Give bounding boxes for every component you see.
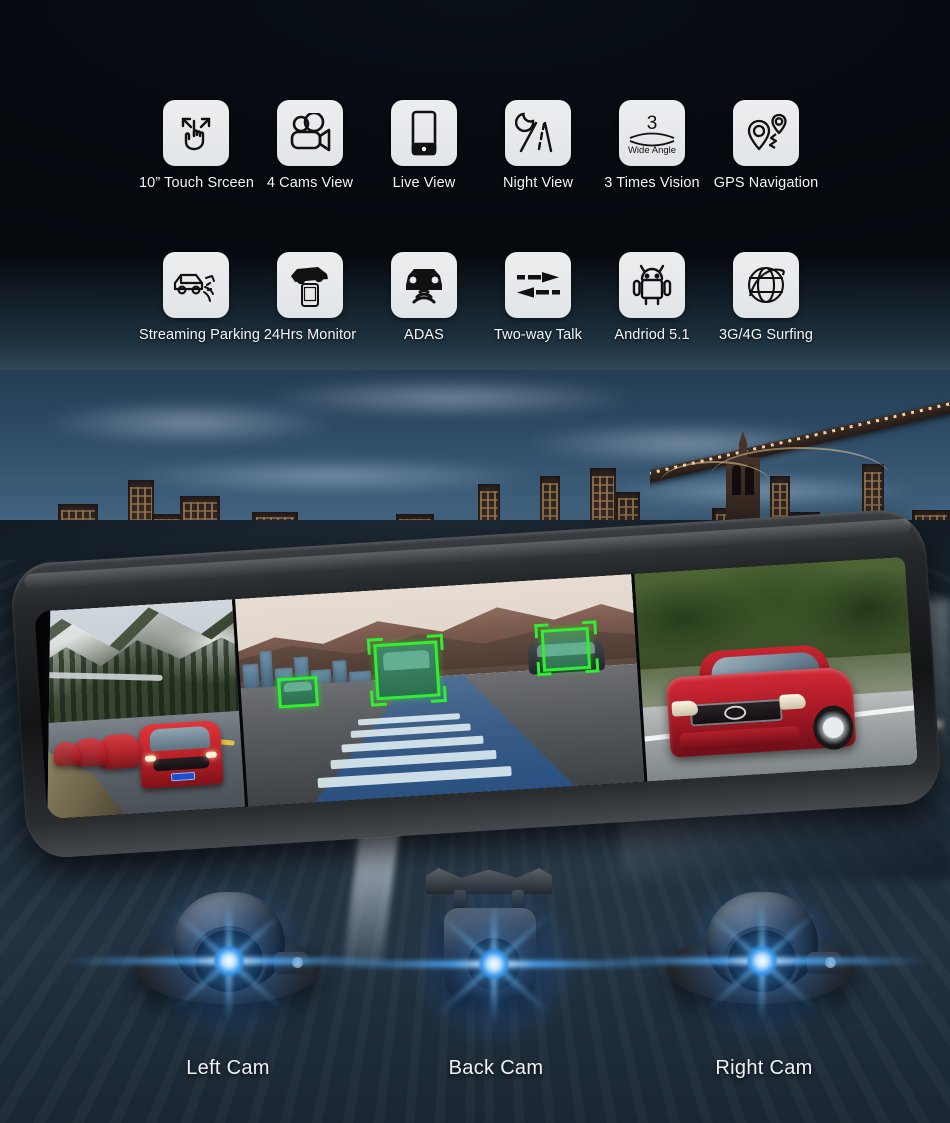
feature-label: Night View (502, 175, 574, 191)
adas-detection-box-left (277, 675, 319, 709)
feature-live-view[interactable]: Live View (367, 100, 481, 191)
back-camera-module[interactable] (329, 868, 659, 1049)
feature-label: GPS Navigation (713, 175, 819, 191)
video-camera-icon (277, 100, 343, 166)
feature-label: ADAS (404, 327, 444, 343)
moon-road-icon (505, 100, 571, 166)
feature-icon-grid: 10” Touch Srceen 4 Cams View Live View N… (0, 100, 950, 404)
feature-row-1: 10” Touch Srceen 4 Cams View Live View N… (0, 100, 950, 252)
feature-3g4g-surfing[interactable]: 3G/4G Surfing (709, 252, 823, 343)
feature-two-way-talk[interactable]: Two-way Talk (481, 252, 595, 343)
feature-4-cams-view[interactable]: 4 Cams View (253, 100, 367, 191)
camera-modules: Left Cam Back Cam Right Cam (0, 860, 950, 1123)
feature-label: 4 Cams View (266, 175, 354, 191)
feature-24hrs-monitor[interactable]: 24Hrs Monitor (253, 252, 367, 343)
parking-radar-car-icon (163, 252, 229, 318)
touch-screen-icon (163, 100, 229, 166)
feature-night-view[interactable]: Night View (481, 100, 595, 191)
gps-pin-icon (733, 100, 799, 166)
android-robot-icon (619, 252, 685, 318)
feature-label: 3G/4G Surfing (719, 327, 813, 343)
rearview-mirror-dashcam[interactable] (9, 507, 943, 865)
feature-adas[interactable]: ADAS (367, 252, 481, 343)
front-adas-feed[interactable] (232, 574, 645, 807)
feature-android-version[interactable]: Andriod 5.1 (595, 252, 709, 343)
car-sensor-icon (391, 252, 457, 318)
feature-label: Live View (392, 175, 456, 191)
feature-label: 10” Touch Srceen (139, 175, 254, 191)
left-camera-module[interactable] (64, 876, 394, 1046)
right-camera-module[interactable] (597, 876, 927, 1046)
globe-network-icon (733, 252, 799, 318)
left-camera-feed[interactable] (34, 599, 245, 819)
smartphone-icon (391, 100, 457, 166)
feature-streaming-parking[interactable]: Streaming Parking (139, 252, 260, 343)
two-way-arrows-icon (505, 252, 571, 318)
product-feature-page: 10” Touch Srceen 4 Cams View Live View N… (0, 0, 950, 1123)
back-cam-label: Back Cam (448, 1057, 544, 1079)
feature-label: 24Hrs Monitor (263, 327, 357, 343)
left-feed-lead-car (138, 720, 224, 789)
feature-label: Streaming Parking (139, 327, 260, 343)
feature-label: 3 Times Vision (604, 175, 700, 191)
right-cam-label: Right Cam (715, 1057, 813, 1079)
car-phone-monitor-icon (277, 252, 343, 318)
feature-label: Two-way Talk (494, 327, 582, 343)
right-camera-feed[interactable] (631, 556, 918, 782)
wide-angle-number: 3 (647, 113, 658, 134)
feature-gps-navigation[interactable]: GPS Navigation (709, 100, 823, 191)
left-cam-label: Left Cam (186, 1057, 270, 1079)
wide-angle-icon: 3 Wide Angle (619, 100, 685, 166)
right-feed-sedan (664, 642, 857, 765)
feature-3-times-vision[interactable]: 3 Wide Angle 3 Times Vision (595, 100, 709, 191)
feature-label: Andriod 5.1 (614, 327, 690, 343)
feature-touch-screen[interactable]: 10” Touch Srceen (139, 100, 254, 191)
feature-row-2: Streaming Parking 24Hrs Monitor ADAS Two… (0, 252, 950, 404)
wide-angle-caption: Wide Angle (628, 145, 676, 156)
